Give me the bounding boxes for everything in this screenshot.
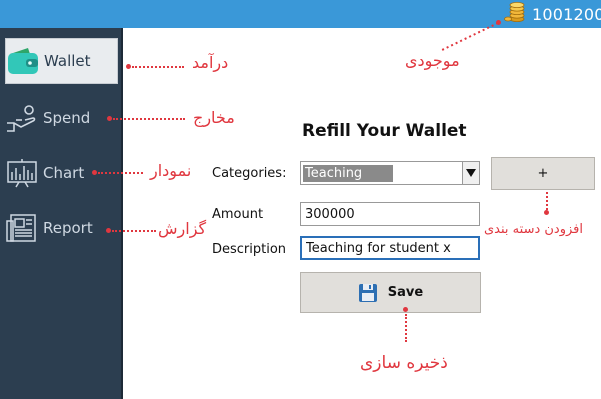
chart-icon xyxy=(5,158,39,188)
annotation-dot xyxy=(107,116,112,121)
annotation-dot xyxy=(106,228,111,233)
annotation-save: ذخیره سازی xyxy=(360,353,448,373)
annotation-expenses: مخارج xyxy=(193,108,235,127)
annotation-income: درآمد xyxy=(192,53,229,72)
amount-field[interactable] xyxy=(300,202,480,226)
save-disk-icon xyxy=(358,283,378,303)
annotation-leader xyxy=(405,314,407,342)
balance-value: 1001200 xyxy=(532,4,601,24)
sidebar-item-label: Wallet xyxy=(44,52,91,70)
sidebar-item-label: Chart xyxy=(43,164,85,182)
report-icon xyxy=(5,213,39,243)
sidebar-item-spend[interactable]: Spend xyxy=(5,96,117,140)
amount-label: Amount xyxy=(212,207,264,222)
annotation-dot xyxy=(403,307,408,312)
annotation-leader xyxy=(441,22,499,51)
annotation-dot xyxy=(126,64,131,69)
category-selected-value: Teaching xyxy=(303,165,393,182)
annotation-leader xyxy=(132,66,184,68)
dropdown-arrow-icon[interactable] xyxy=(462,162,479,184)
categories-label: Categories: xyxy=(212,166,287,181)
sidebar-item-report[interactable]: Report xyxy=(5,206,117,250)
save-button-label: Save xyxy=(387,285,424,300)
add-category-button[interactable]: + xyxy=(491,157,595,190)
balance-display: 1001200 xyxy=(504,2,601,26)
annotation-leader xyxy=(546,192,548,210)
sidebar-item-label: Spend xyxy=(43,109,91,127)
annotation-dot xyxy=(544,210,549,215)
coins-icon xyxy=(504,1,526,27)
sidebar-item-wallet[interactable]: Wallet xyxy=(5,38,118,84)
annotation-chart: نمودار xyxy=(150,161,192,180)
annotation-leader xyxy=(112,230,156,232)
top-bar: 1001200 xyxy=(0,0,601,28)
save-button[interactable]: Save xyxy=(300,272,481,313)
spend-hand-icon xyxy=(5,103,39,133)
annotation-report: گزارش xyxy=(158,219,207,238)
annotation-balance: موجودی xyxy=(405,51,460,70)
sidebar: Wallet Spend Chart Report xyxy=(0,28,123,399)
annotation-leader xyxy=(98,172,143,174)
annotation-dot xyxy=(92,170,97,175)
description-label: Description xyxy=(212,242,287,257)
category-select[interactable]: Teaching xyxy=(300,161,480,185)
page-title: Refill Your Wallet xyxy=(302,121,467,141)
annotation-add-category: افزودن دسته بندی xyxy=(484,222,583,237)
annotation-leader xyxy=(113,118,185,120)
sidebar-item-label: Report xyxy=(43,219,93,237)
wallet-icon xyxy=(6,46,40,76)
description-field[interactable] xyxy=(300,236,480,260)
